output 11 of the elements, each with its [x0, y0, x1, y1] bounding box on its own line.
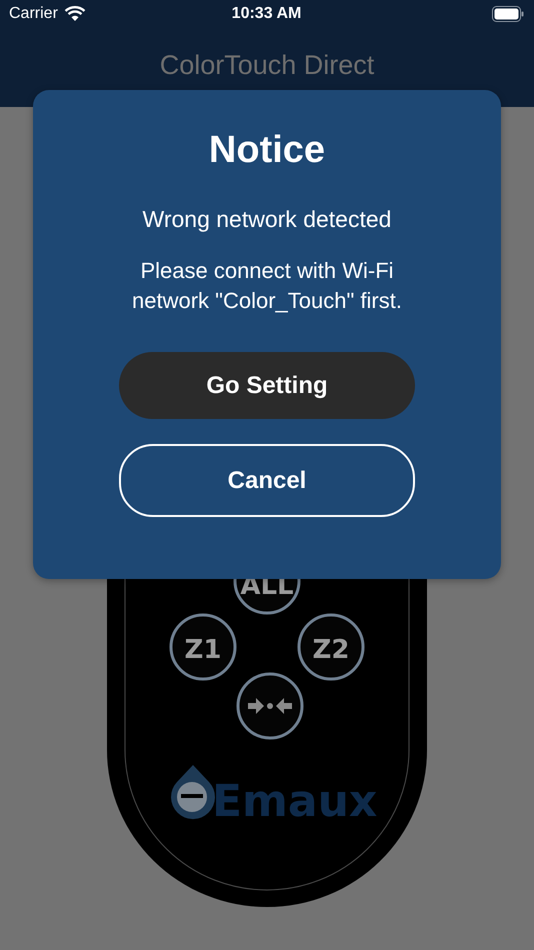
cancel-button[interactable]: Cancel	[119, 444, 415, 517]
dialog-message: Please connect with Wi-Fi network "Color_Touch" first.	[131, 257, 403, 315]
dialog-title: Notice	[208, 128, 326, 173]
go-setting-button[interactable]: Go Setting	[119, 352, 415, 419]
dialog-heading: Wrong network detected	[142, 205, 392, 234]
battery-icon	[492, 6, 524, 22]
wifi-icon	[64, 6, 86, 22]
clock-time: 10:33 AM	[232, 4, 302, 22]
screen-title: ColorTouch Direct	[160, 50, 374, 80]
brand-logo-text: Emaux	[212, 776, 378, 827]
carrier-label: Carrier	[9, 4, 58, 22]
